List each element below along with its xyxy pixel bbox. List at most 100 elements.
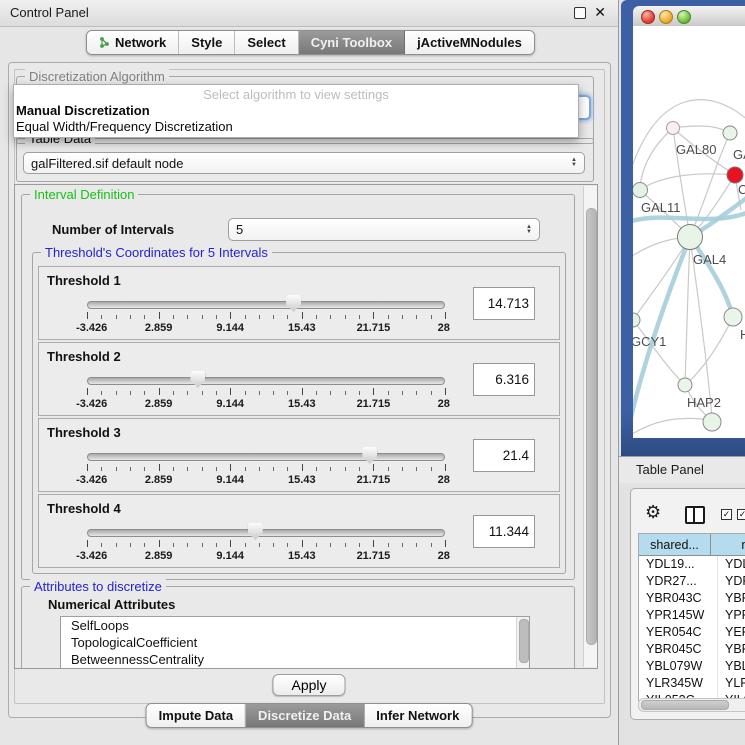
slider-thumb-icon[interactable] xyxy=(190,371,205,388)
slider-thumb-icon[interactable] xyxy=(362,447,377,464)
network-edge[interactable] xyxy=(640,174,735,190)
network-edge[interactable] xyxy=(685,237,690,385)
tab-impute-data[interactable]: Impute Data xyxy=(147,704,246,727)
slider-ticks xyxy=(87,388,445,396)
slider-thumb-icon[interactable] xyxy=(248,523,263,540)
node-label: H xyxy=(740,327,745,342)
column-header[interactable]: shared... xyxy=(639,534,711,555)
tab-discretize-data[interactable]: Discretize Data xyxy=(246,704,364,727)
threshold-label: Threshold 4 xyxy=(47,501,121,516)
slider-track[interactable] xyxy=(87,529,445,537)
slider-track[interactable] xyxy=(87,453,445,461)
tab-jactivemnodules[interactable]: jActiveMNodules xyxy=(405,31,534,54)
pane-scrollbar[interactable] xyxy=(583,186,597,667)
slider-axis-labels: -3.4262.8599.14415.4321.71528 xyxy=(87,550,445,563)
attributes-list[interactable]: SelfLoopsTopologicalCoefficientBetweenne… xyxy=(60,616,530,669)
table-row[interactable]: YDL19...YDL1 xyxy=(639,556,745,573)
table-row[interactable]: YBR045CYBR0 xyxy=(639,641,745,658)
table-row[interactable]: YER054CYER0 xyxy=(639,624,745,641)
tab-style[interactable]: Style xyxy=(179,31,235,54)
network-node[interactable] xyxy=(633,183,648,198)
table-row[interactable]: YBR043CYBR0 xyxy=(639,590,745,607)
network-node[interactable] xyxy=(727,167,743,183)
list-item[interactable]: TopologicalCoefficient xyxy=(61,634,529,651)
dropdown-option[interactable]: Manual Discretization xyxy=(14,103,578,119)
threshold-row: Threshold 4 -3.4262.8599.14415.4321.71528… xyxy=(38,494,560,568)
table-hscrollbar[interactable] xyxy=(638,698,745,712)
table-panel-title: Table Panel xyxy=(636,462,704,477)
tab-select[interactable]: Select xyxy=(235,31,298,54)
network-node[interactable] xyxy=(678,225,703,250)
columns-icon[interactable] xyxy=(685,506,705,524)
network-canvas[interactable]: GAL80GACGAL11GAL4GCY1HHAP2 xyxy=(633,26,745,438)
numerical-attributes-label: Numerical Attributes xyxy=(48,597,175,612)
network-node[interactable] xyxy=(723,126,737,140)
list-item[interactable]: SelfLoops xyxy=(61,617,529,634)
group-title: Attributes to discretize xyxy=(30,579,166,594)
close-icon[interactable]: ✕ xyxy=(594,4,606,21)
algorithm-dropdown-popup: Select algorithm to view settings Manual… xyxy=(13,84,579,138)
table-row[interactable]: YBL079WYBL0 xyxy=(639,658,745,675)
group-title: Interval Definition xyxy=(30,187,138,202)
close-traffic-light[interactable] xyxy=(641,10,655,24)
checkbox-icon[interactable]: ✓ xyxy=(737,509,745,520)
slider-track[interactable] xyxy=(87,301,445,309)
network-node[interactable] xyxy=(678,378,692,392)
network-node[interactable] xyxy=(703,413,721,431)
network-edge[interactable] xyxy=(673,126,730,133)
network-graph: GAL80GACGAL11GAL4GCY1HHAP2 xyxy=(633,26,745,438)
thresholds-group: Threshold's Coordinates for 5 Intervals … xyxy=(32,252,566,574)
apply-button[interactable]: Apply xyxy=(272,674,345,696)
column-header[interactable]: n... xyxy=(711,534,745,555)
table-cell: YBL079W xyxy=(639,658,718,675)
table-data-group: Table Data galFiltered.sif default node … xyxy=(16,138,594,182)
threshold-slider[interactable]: -3.4262.8599.14415.4321.71528 xyxy=(87,369,445,413)
slider-thumb-icon[interactable] xyxy=(286,295,301,312)
threshold-value-field[interactable]: 11.344 xyxy=(473,515,535,548)
combobox-value: galFiltered.sif default node xyxy=(31,156,183,171)
threshold-slider[interactable]: -3.4262.8599.14415.4321.71528 xyxy=(87,445,445,489)
dropdown-options: Manual DiscretizationEqual Width/Frequen… xyxy=(14,103,578,135)
group-title: Discretization Algorithm xyxy=(25,69,169,84)
network-window-titlebar[interactable] xyxy=(633,6,745,27)
threshold-value-field[interactable]: 21.4 xyxy=(473,439,535,472)
threshold-value-field[interactable]: 14.713 xyxy=(473,287,535,320)
network-edge[interactable] xyxy=(633,418,712,436)
table-row[interactable]: YLR345WYLR3 xyxy=(639,675,745,692)
node-label: GA xyxy=(733,147,745,162)
node-table[interactable]: shared...n... YDL19...YDL1YDR27...YDR2YB… xyxy=(638,533,745,701)
panel-title: Control Panel xyxy=(10,5,89,20)
node-label: GCY1 xyxy=(633,334,666,349)
zoom-traffic-light[interactable] xyxy=(677,10,691,24)
table-row[interactable]: YPR145WYPR1 xyxy=(639,607,745,624)
threshold-slider[interactable]: -3.4262.8599.14415.4321.71528 xyxy=(87,521,445,565)
list-item[interactable]: BetweennessCentrality xyxy=(61,651,529,668)
table-row[interactable]: YDR27...YDR2 xyxy=(639,573,745,590)
checkbox-icon[interactable]: ✓ xyxy=(721,509,732,520)
network-node[interactable] xyxy=(724,308,742,326)
bottom-tab-bar: Impute DataDiscretize DataInfer Network xyxy=(146,703,473,728)
network-node[interactable] xyxy=(667,122,680,135)
tab-infer-network[interactable]: Infer Network xyxy=(364,704,471,727)
right-region: GAL80GACGAL11GAL4GCY1HHAP2 Table Panel ⚙… xyxy=(619,0,745,745)
float-window-icon[interactable] xyxy=(574,7,586,19)
list-scrollbar[interactable] xyxy=(516,617,529,669)
threshold-value-field[interactable]: 6.316 xyxy=(473,363,535,396)
threshold-slider[interactable]: -3.4262.8599.14415.4321.71528 xyxy=(87,293,445,337)
tab-cyni-toolbox[interactable]: Cyni Toolbox xyxy=(299,31,405,54)
tab-label: jActiveMNodules xyxy=(417,35,522,50)
table-cell: YBR0 xyxy=(718,590,745,607)
tab-network[interactable]: Network xyxy=(87,31,179,54)
minimize-traffic-light[interactable] xyxy=(659,10,673,24)
slider-axis-labels: -3.4262.8599.14415.4321.71528 xyxy=(87,322,445,335)
dropdown-option[interactable]: Equal Width/Frequency Discretization xyxy=(14,119,578,135)
network-edge[interactable] xyxy=(685,317,733,385)
threshold-label: Threshold 1 xyxy=(47,273,121,288)
table-data-combobox[interactable]: galFiltered.sif default node ▲▼ xyxy=(23,152,585,174)
threshold-row: Threshold 1 -3.4262.8599.14415.4321.71528… xyxy=(38,266,560,340)
network-edge-highlighted[interactable] xyxy=(690,237,733,317)
num-intervals-combobox[interactable]: 5 ▲▼ xyxy=(228,218,540,241)
slider-track[interactable] xyxy=(87,377,445,385)
network-node[interactable] xyxy=(633,313,640,327)
gear-icon[interactable]: ⚙ xyxy=(645,502,661,523)
